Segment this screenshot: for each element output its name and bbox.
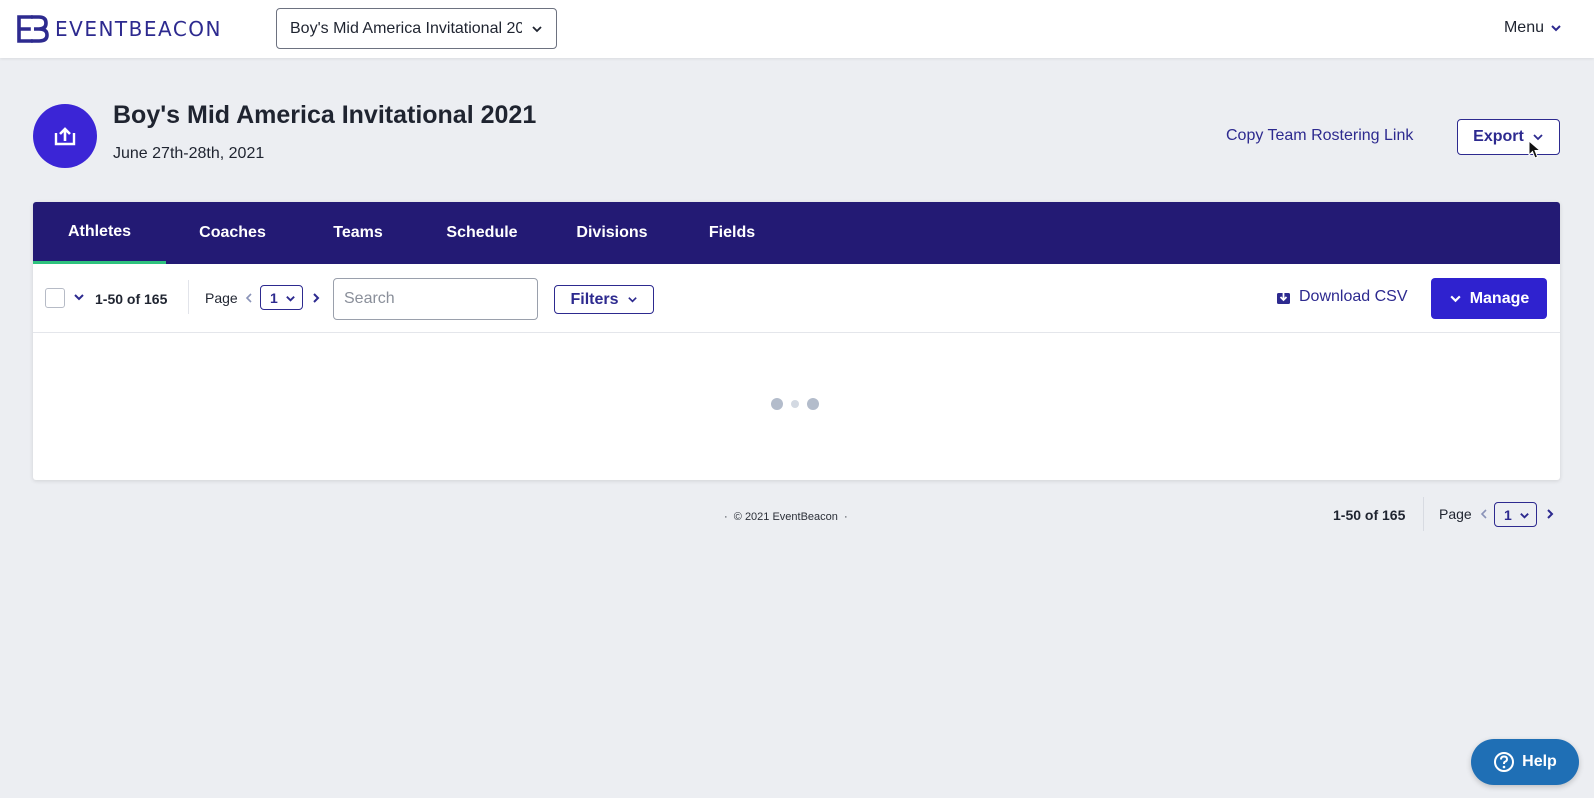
divider	[1423, 497, 1424, 531]
event-dates: June 27th-28th, 2021	[113, 145, 265, 162]
chevron-down-icon	[532, 26, 542, 33]
download-csv-label: Download CSV	[1299, 288, 1408, 305]
event-selector-value: Boy's Mid America Invitational 2021	[290, 19, 522, 37]
chevron-left-icon[interactable]	[244, 292, 254, 304]
event-selector[interactable]: Boy's Mid America Invitational 2021	[276, 8, 557, 49]
help-label: Help	[1522, 753, 1557, 770]
footer-result-count: 1-50 of 165	[1333, 507, 1406, 523]
tab-divisions[interactable]: Divisions	[547, 202, 677, 264]
result-count: 1-50 of 165	[95, 291, 168, 307]
top-navigation-bar: EVENTBEACON Boy's Mid America Invitation…	[0, 0, 1594, 58]
chevron-down-icon[interactable]	[73, 291, 85, 303]
tab-coaches[interactable]: Coaches	[166, 202, 299, 264]
export-label: Export	[1473, 128, 1524, 145]
eventbeacon-logo[interactable]: EVENTBEACON	[17, 14, 222, 44]
tab-teams[interactable]: Teams	[299, 202, 417, 264]
manage-button[interactable]: Manage	[1431, 278, 1547, 319]
filters-label: Filters	[570, 290, 619, 308]
search-input[interactable]	[333, 278, 538, 320]
tab-schedule[interactable]: Schedule	[417, 202, 547, 264]
divider	[188, 280, 189, 314]
event-avatar[interactable]	[33, 104, 97, 168]
help-button[interactable]: Help	[1471, 739, 1579, 785]
eventbeacon-logo-mark	[17, 15, 49, 43]
download-csv-link[interactable]: Download CSV	[1276, 288, 1408, 306]
chevron-right-icon[interactable]	[1545, 508, 1555, 520]
manage-label: Manage	[1469, 289, 1530, 307]
upload-icon	[54, 127, 76, 146]
tab-athletes[interactable]: Athletes	[33, 202, 166, 264]
chevron-down-icon	[286, 296, 295, 302]
brand-name: EVENTBEACON	[55, 17, 222, 41]
footer-page-label: Page	[1439, 506, 1472, 522]
question-circle-icon	[1494, 752, 1515, 772]
page-title: Boy's Mid America Invitational 2021	[113, 101, 537, 129]
list-toolbar: 1-50 of 165 Page 1 Filters Down	[33, 264, 1560, 333]
tab-fields[interactable]: Fields	[677, 202, 787, 264]
chevron-down-icon	[627, 297, 637, 303]
page-select-value: 1	[270, 289, 278, 306]
chevron-left-icon[interactable]	[1479, 508, 1489, 520]
mouse-pointer-icon	[1528, 140, 1542, 159]
chevron-down-icon	[1551, 25, 1561, 32]
menu-button[interactable]: Menu	[1504, 19, 1562, 37]
loading-indicator	[771, 398, 819, 410]
loading-dot	[791, 400, 799, 408]
page-label: Page	[205, 290, 238, 306]
download-icon	[1277, 290, 1290, 304]
page-select[interactable]: 1	[260, 285, 303, 310]
filters-button[interactable]: Filters	[554, 285, 654, 314]
chevron-down-icon	[1520, 513, 1529, 519]
select-all-checkbox[interactable]	[45, 288, 65, 308]
export-button[interactable]: Export	[1457, 119, 1560, 155]
athletes-card: Athletes Coaches Teams Schedule Division…	[33, 202, 1560, 480]
loading-dot	[807, 398, 819, 410]
menu-label: Menu	[1503, 19, 1544, 36]
footer-page-select-value: 1	[1504, 506, 1512, 523]
chevron-right-icon[interactable]	[311, 292, 321, 304]
chevron-down-icon	[1450, 295, 1461, 303]
loading-dot	[771, 398, 783, 410]
footer-page-select[interactable]: 1	[1494, 502, 1537, 527]
copyright-text: · © 2021 EventBeacon ·	[724, 511, 848, 523]
tab-bar: Athletes Coaches Teams Schedule Division…	[33, 202, 1560, 264]
copy-team-rostering-link[interactable]: Copy Team Rostering Link	[1226, 127, 1413, 145]
